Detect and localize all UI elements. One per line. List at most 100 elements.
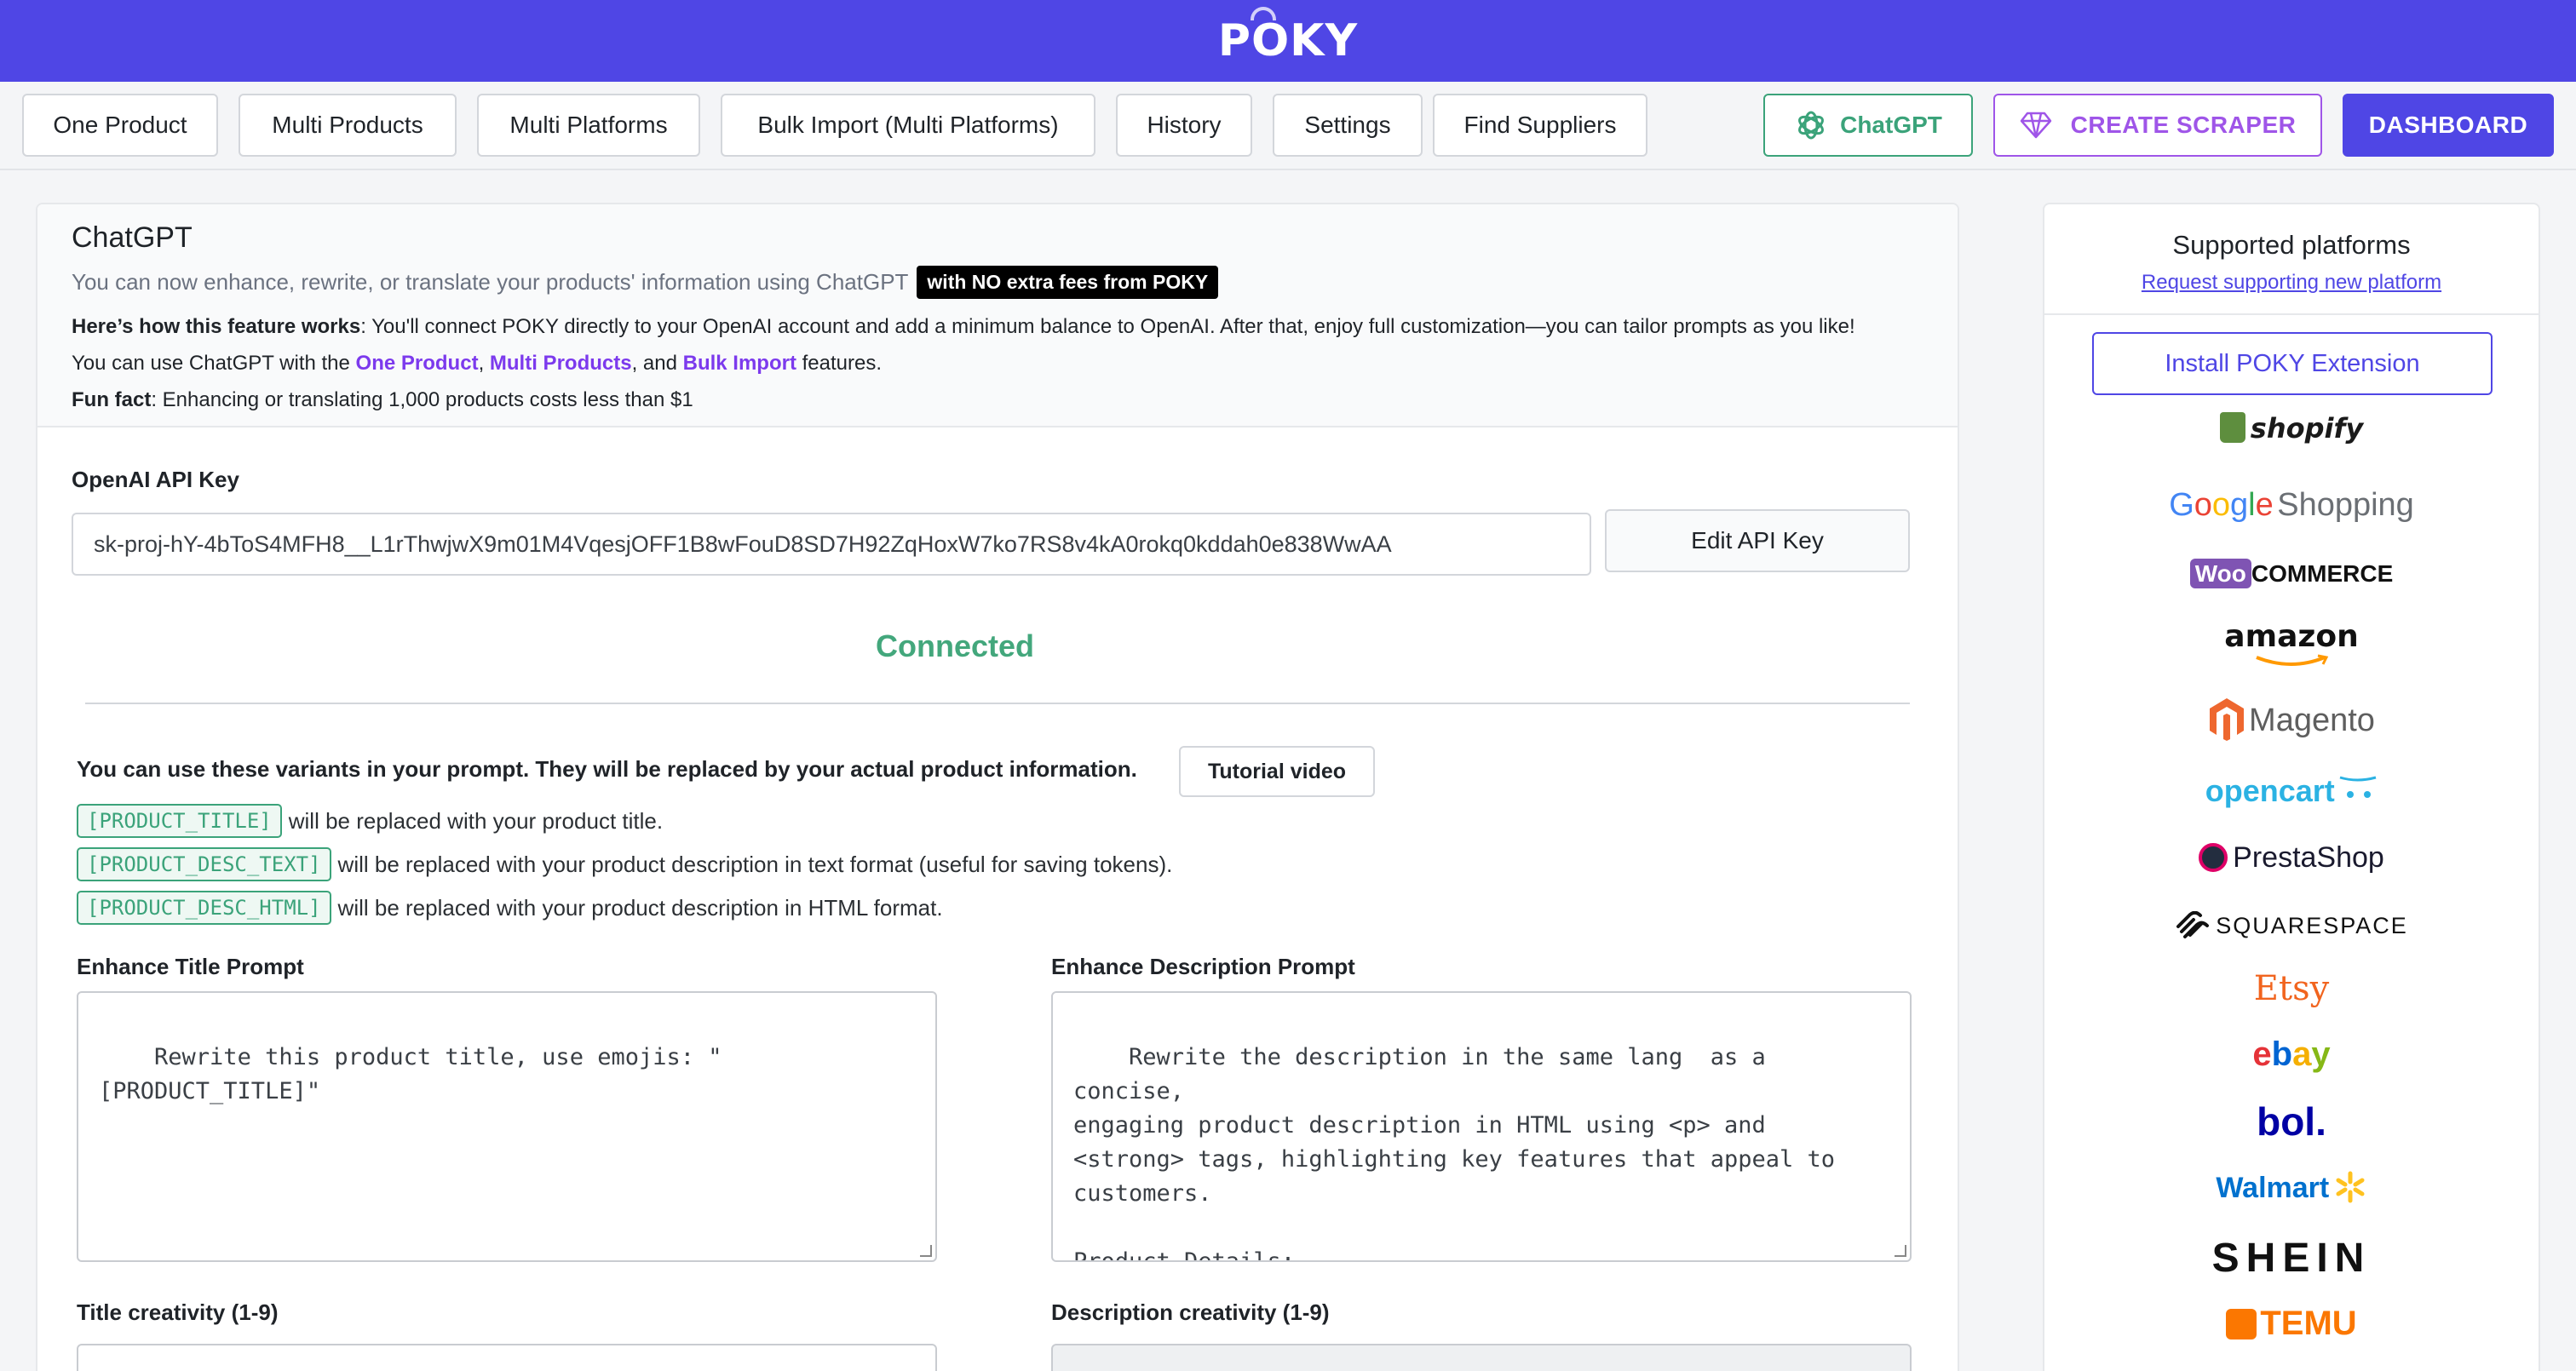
shein-logo: SHEIN — [2044, 1235, 2539, 1282]
nav-chatgpt-button[interactable]: ChatGPT — [1763, 94, 1973, 157]
temu-logo: TEMU — [2044, 1305, 2539, 1343]
section-divider — [85, 703, 1910, 704]
how-it-works-line: Here’s how this feature works: You'll co… — [72, 315, 1855, 339]
nav-bar: One Product Multi Products Multi Platfor… — [0, 82, 2576, 170]
nav-history-button[interactable]: History — [1116, 94, 1252, 157]
shopify-text: shopify — [2250, 412, 2364, 445]
variant-desc: will be replaced with your product descr… — [337, 851, 1173, 877]
description-prompt-textarea[interactable]: Rewrite the description in the same lang… — [1051, 991, 1912, 1262]
tutorial-video-button[interactable]: Tutorial video — [1179, 746, 1375, 797]
resize-grip-icon[interactable] — [1895, 1245, 1906, 1257]
chatgpt-label: ChatGPT — [1840, 112, 1942, 138]
title-prompt-label: Enhance Title Prompt — [77, 954, 304, 979]
bol-logo: bol. — [2044, 1099, 2539, 1144]
edit-api-key-button[interactable]: Edit API Key — [1605, 509, 1910, 572]
openai-icon — [1798, 111, 1825, 140]
description-creativity-input[interactable] — [1051, 1344, 1912, 1371]
google-wordmark-icon: Google — [2169, 487, 2274, 523]
install-extension-button[interactable]: Install POKY Extension — [2092, 332, 2493, 395]
title-creativity-input[interactable] — [77, 1344, 937, 1371]
amazon-smile-icon — [2256, 654, 2329, 666]
variant-row: [PRODUCT_TITLE] will be replaced with yo… — [77, 804, 663, 838]
no-fees-badge: with NO extra fees from POKY — [917, 266, 1219, 299]
fun-fact-heading: Fun fact — [72, 388, 152, 411]
variant-row: [PRODUCT_DESC_HTML] will be replaced wit… — [77, 891, 943, 925]
opencart-logo: opencart — [2044, 773, 2539, 809]
squarespace-icon — [2176, 910, 2210, 938]
nav-one-product-button[interactable]: One Product — [22, 94, 218, 157]
nav-multi-platforms-button[interactable]: Multi Platforms — [477, 94, 700, 157]
ebay-text: ebay — [2252, 1035, 2331, 1073]
nav-bulk-import-button[interactable]: Bulk Import (Multi Platforms) — [721, 94, 1095, 157]
variant-desc: will be replaced with your product title… — [288, 807, 664, 834]
walmart-logo: Walmart — [2044, 1170, 2539, 1205]
fun-fact-text: : Enhancing or translating 1,000 product… — [151, 388, 693, 411]
brand-logo[interactable]: POKY — [1217, 7, 1359, 66]
request-platform-link[interactable]: Request supporting new platform — [2044, 271, 2539, 295]
title-prompt-textarea[interactable]: Rewrite this product title, use emojis: … — [77, 991, 937, 1262]
sidebar-divider — [2044, 313, 2539, 315]
ebay-logo: ebay — [2044, 1035, 2539, 1074]
walmart-spark-icon — [2336, 1171, 2365, 1203]
variant-tag: [PRODUCT_DESC_TEXT] — [77, 847, 331, 881]
api-key-input[interactable]: sk-proj-hY-4bToS4MFH8__L1rThwjwX9m01M4Vq… — [72, 513, 1591, 576]
squarespace-logo: SQUARESPACE — [2044, 910, 2539, 940]
commerce-text: COMMERCE — [2251, 560, 2394, 587]
opencart-cart-icon — [2339, 776, 2377, 798]
description-creativity-label: Description creativity (1-9) — [1051, 1299, 1330, 1325]
nav-multi-products-button[interactable]: Multi Products — [239, 94, 457, 157]
magento-logo: Magento — [2044, 697, 2539, 741]
variant-row: [PRODUCT_DESC_TEXT] will be replaced wit… — [77, 847, 1172, 881]
nav-settings-button[interactable]: Settings — [1273, 94, 1423, 157]
nav-find-suppliers-button[interactable]: Find Suppliers — [1433, 94, 1647, 157]
prestashop-logo: PrestaShop — [2044, 841, 2539, 875]
usage-sep-2: , and — [631, 352, 683, 375]
create-scraper-label: CREATE SCRAPER — [2070, 112, 2297, 138]
temu-text: TEMU — [2260, 1305, 2357, 1342]
nav-create-scraper-button[interactable]: CREATE SCRAPER — [1993, 94, 2322, 157]
variant-tag: [PRODUCT_DESC_HTML] — [77, 891, 331, 925]
usage-sep-1: , — [478, 352, 490, 375]
description-prompt-label: Enhance Description Prompt — [1051, 954, 1355, 979]
top-bar: POKY — [0, 0, 2576, 82]
etsy-logo: Etsy — [2044, 969, 2539, 1008]
bulk-import-link[interactable]: Bulk Import — [683, 352, 796, 375]
nav-dashboard-button[interactable]: DASHBOARD — [2343, 94, 2554, 157]
woocommerce-logo: Woo COMMERCE — [2044, 559, 2539, 588]
temu-bag-icon — [2226, 1309, 2257, 1339]
how-it-works-heading: Here’s how this feature works — [72, 315, 361, 338]
prestashop-icon — [2199, 843, 2228, 872]
panel-header: ChatGPT You can now enhance, rewrite, or… — [37, 204, 1958, 427]
woo-text: Woo — [2189, 559, 2251, 588]
platforms-title: Supported platforms — [2172, 230, 2411, 260]
resize-grip-icon[interactable] — [920, 1245, 932, 1257]
usage-line: You can use ChatGPT with the One Product… — [72, 352, 882, 376]
supported-platforms-panel: Supported platforms Request supporting n… — [2043, 203, 2540, 1371]
subtitle-text: You can now enhance, rewrite, or transla… — [72, 269, 909, 295]
one-product-link[interactable]: One Product — [356, 352, 479, 375]
brand-name: POKY — [1217, 15, 1359, 66]
shopify-logo: shopify — [2044, 412, 2539, 445]
how-it-works-text: : You'll connect POKY directly to your O… — [360, 315, 1855, 338]
etsy-text: Etsy — [2253, 969, 2330, 1008]
bol-text: bol. — [2257, 1099, 2326, 1144]
google-shopping-text: Shopping — [2277, 487, 2414, 523]
multi-products-link[interactable]: Multi Products — [490, 352, 632, 375]
walmart-text: Walmart — [2216, 1172, 2330, 1204]
title-prompt-text: Rewrite this product title, use emojis: … — [99, 1044, 722, 1104]
amazon-logo: amazon — [2044, 620, 2539, 672]
api-key-label: OpenAI API Key — [72, 467, 239, 492]
variant-desc: will be replaced with your product descr… — [337, 894, 943, 921]
shein-text: SHEIN — [2211, 1236, 2372, 1281]
panel-title: ChatGPT — [72, 221, 193, 254]
panel-subtitle: You can now enhance, rewrite, or transla… — [72, 266, 1219, 299]
variants-intro: You can use these variants in your promp… — [77, 756, 1137, 782]
fun-fact-line: Fun fact: Enhancing or translating 1,000… — [72, 388, 693, 412]
chatgpt-panel: ChatGPT You can now enhance, rewrite, or… — [36, 203, 1959, 1371]
title-creativity-label: Title creativity (1-9) — [77, 1299, 279, 1325]
connection-status: Connected — [875, 628, 1034, 663]
squarespace-text: SQUARESPACE — [2216, 913, 2408, 938]
usage-suffix: features. — [796, 352, 883, 375]
usage-prefix: You can use ChatGPT with the — [72, 352, 356, 375]
amazon-text: amazon — [2224, 619, 2359, 654]
